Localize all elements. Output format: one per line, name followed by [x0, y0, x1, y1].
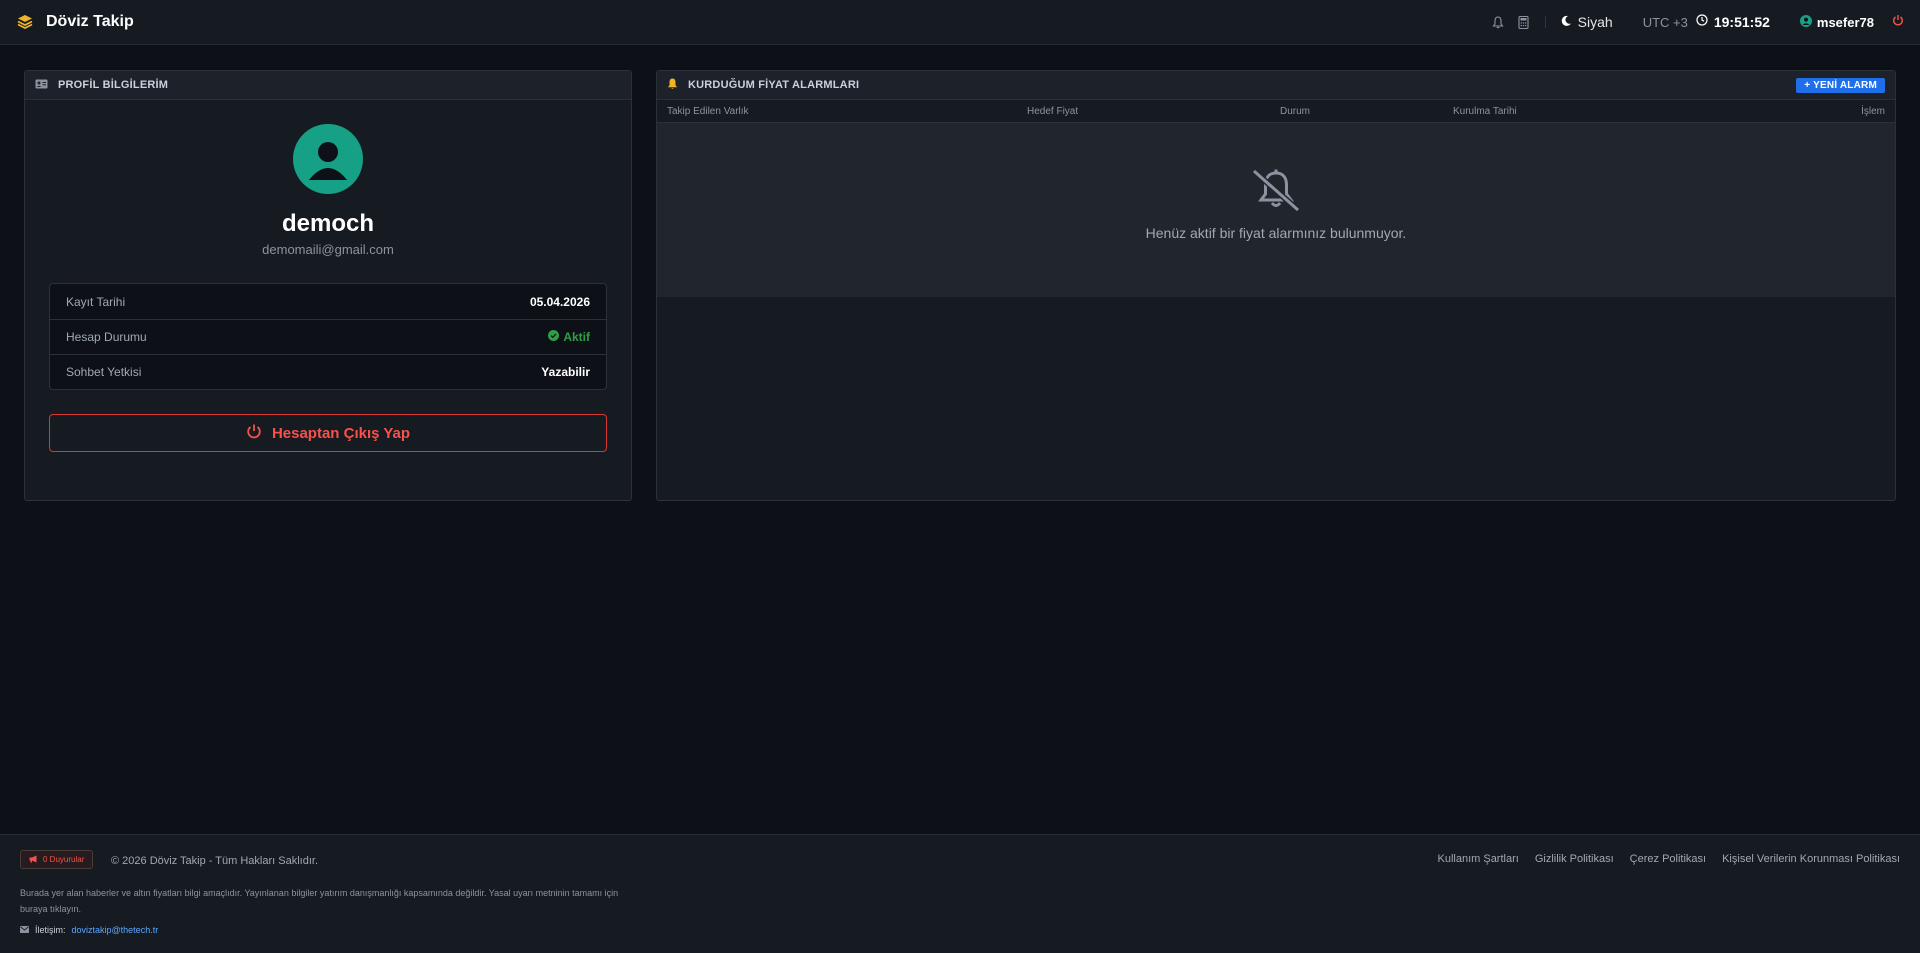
bell-slash-icon — [1250, 168, 1302, 217]
id-card-icon — [35, 79, 48, 92]
footer-link-privacy[interactable]: Gizlilik Politikası — [1535, 853, 1614, 865]
alarms-panel-header: KURDUĞUM FİYAT ALARMLARI + YENİ ALARM — [657, 71, 1895, 100]
column-header[interactable]: Hedef Fiyat — [1027, 106, 1078, 117]
envelope-icon — [20, 925, 29, 935]
avatar — [293, 124, 363, 194]
contact-email-link[interactable]: doviztakip@thetech.tr — [72, 925, 159, 935]
layers-logo-icon — [16, 13, 34, 31]
footer-link-terms[interactable]: Kullanım Şartları — [1438, 853, 1519, 865]
profile-email: demomaili@gmail.com — [262, 242, 394, 257]
username: msefer78 — [1816, 14, 1874, 30]
announcements-label: 0 Duyurular — [43, 855, 85, 864]
column-header[interactable]: Kurulma Tarihi — [1453, 106, 1517, 117]
announcements-button[interactable]: 0 Duyurular — [20, 850, 94, 869]
calculator-icon[interactable] — [1517, 15, 1531, 29]
logout-label: Hesaptan Çıkış Yap — [271, 424, 411, 442]
profile-name: democh — [281, 210, 374, 237]
status-badge: Aktif — [548, 330, 590, 344]
info-value: Yazabilir — [541, 365, 590, 379]
footer-links: Kullanım Şartları Gizlilik Politikası Çe… — [1438, 853, 1901, 865]
status-text: Aktif — [563, 330, 590, 344]
new-alarm-button[interactable]: + YENİ ALARM — [1796, 77, 1885, 93]
alarms-panel: KURDUĞUM FİYAT ALARMLARI + YENİ ALARM Ta… — [656, 70, 1896, 501]
column-header[interactable]: İşlem — [1861, 106, 1885, 117]
profile-panel-header: PROFİL BİLGİLERİM — [25, 71, 631, 100]
profile-panel: PROFİL BİLGİLERİM democh demomaili@gmail… — [24, 70, 632, 501]
moon-icon — [1560, 14, 1572, 30]
app-title: Döviz Takip — [46, 13, 134, 30]
theme-toggle[interactable]: Siyah — [1560, 14, 1613, 30]
info-value: 05.04.2026 — [529, 294, 590, 309]
logout-button[interactable]: Hesaptan Çıkış Yap — [49, 414, 607, 452]
top-bar: Döviz Takip Siyah UTC +3 19:51:52 msefer… — [0, 0, 1920, 45]
contact-info: İletişim: doviztakip@thetech.tr — [20, 925, 158, 935]
theme-label: Siyah — [1577, 14, 1613, 30]
power-icon — [246, 423, 262, 443]
footer-link-kvkk[interactable]: Kişisel Verilerin Korunması Politikası — [1722, 853, 1900, 865]
divider — [1544, 16, 1546, 28]
footer: 0 Duyurular © 2026 Döviz Takip - Tüm Hak… — [0, 834, 1920, 953]
info-label: Kayıt Tarihi — [66, 294, 126, 309]
clock-time: 19:51:52 — [1713, 14, 1770, 30]
footer-link-cookies[interactable]: Çerez Politikası — [1630, 853, 1706, 865]
megaphone-icon — [29, 855, 38, 865]
info-row-registration-date: Kayıt Tarihi 05.04.2026 — [50, 284, 606, 319]
power-icon[interactable] — [1892, 13, 1904, 31]
legal-disclaimer[interactable]: Burada yer alan haberler ve altın fiyatl… — [20, 885, 620, 917]
profile-panel-title: PROFİL BİLGİLERİM — [58, 79, 169, 91]
check-circle-icon — [548, 330, 560, 344]
bell-icon — [667, 78, 678, 93]
info-row-account-status: Hesap Durumu Aktif — [50, 319, 606, 354]
empty-state: Henüz aktif bir fiyat alarmınız bulunmuy… — [657, 123, 1895, 297]
column-header[interactable]: Durum — [1280, 106, 1310, 117]
info-row-chat-permission: Sohbet Yetkisi Yazabilir — [50, 354, 606, 389]
alarms-table-header: Takip Edilen Varlık Hedef Fiyat Durum Ku… — [657, 100, 1895, 123]
user-icon — [1799, 14, 1812, 30]
brand[interactable]: Döviz Takip — [16, 13, 134, 31]
user-avatar-icon — [309, 142, 347, 180]
empty-state-text: Henüz aktif bir fiyat alarmınız bulunmuy… — [1145, 225, 1407, 241]
profile-info-box: Kayıt Tarihi 05.04.2026 Hesap Durumu Akt… — [49, 283, 607, 390]
bell-icon[interactable] — [1491, 15, 1505, 29]
info-label: Sohbet Yetkisi — [66, 365, 142, 379]
copyright: © 2026 Döviz Takip - Tüm Hakları Saklıdı… — [111, 855, 319, 867]
column-header[interactable]: Takip Edilen Varlık — [667, 106, 749, 117]
user-menu[interactable]: msefer78 — [1799, 14, 1874, 30]
contact-label: İletişim: — [35, 925, 66, 935]
alarms-panel-title: KURDUĞUM FİYAT ALARMLARI — [688, 79, 860, 91]
clock-icon — [1696, 13, 1708, 31]
timezone-label: UTC +3 — [1642, 14, 1688, 30]
info-label: Hesap Durumu — [66, 330, 147, 344]
